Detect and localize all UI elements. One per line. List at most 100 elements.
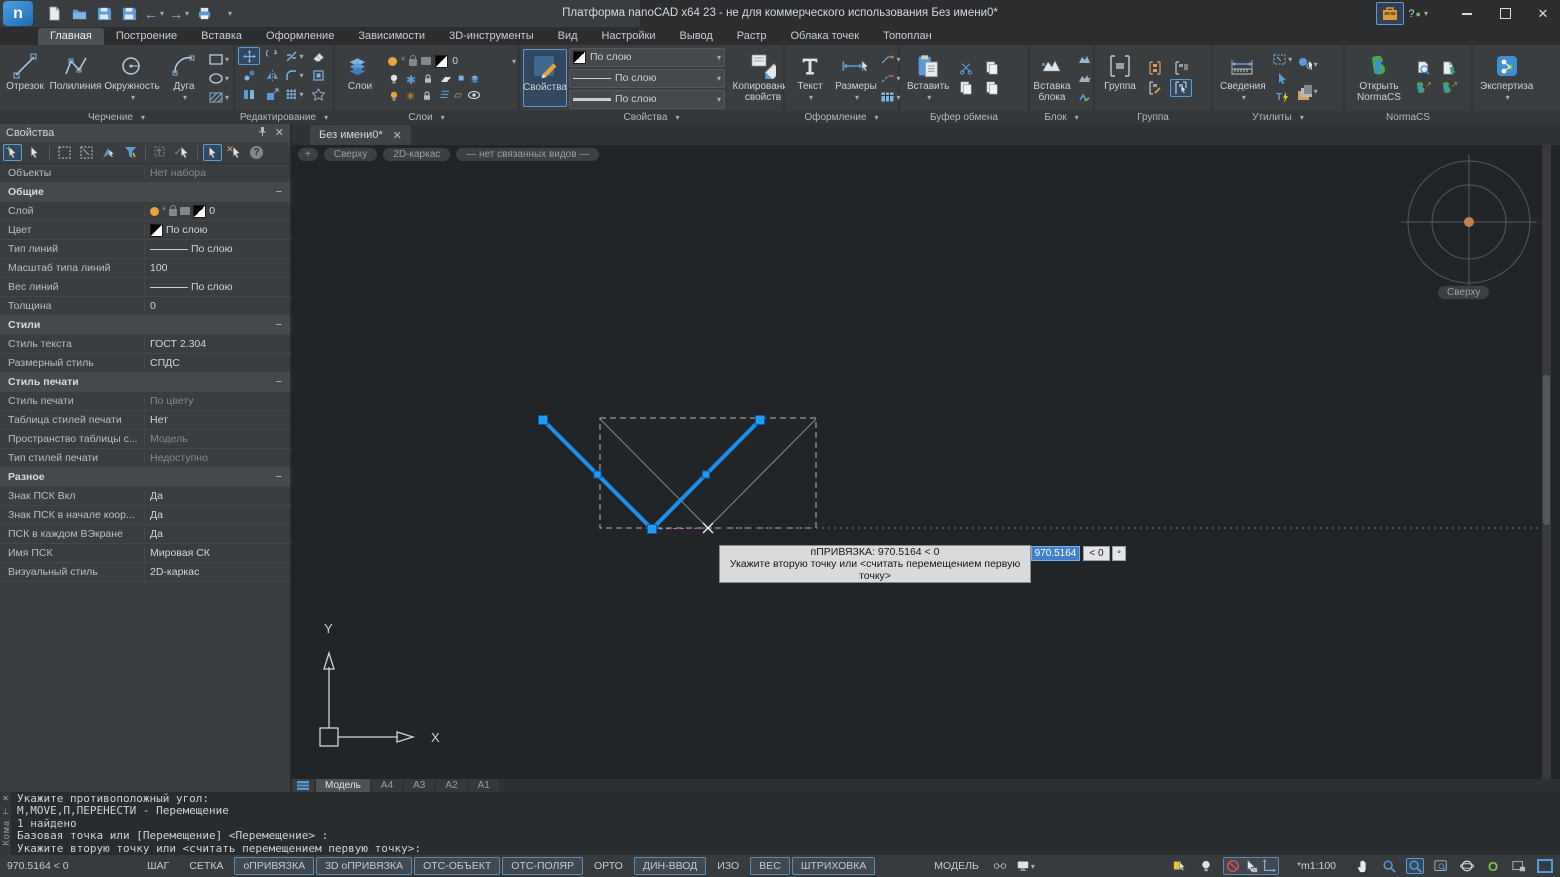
toggle-ОРТО[interactable]: ОРТО <box>585 857 632 875</box>
print-button[interactable] <box>195 5 213 23</box>
layer-thaw-all-button[interactable]: ✳ <box>406 90 415 105</box>
open-file-button[interactable] <box>70 5 88 23</box>
prop-Знак ПСК Вкл[interactable]: Знак ПСК ВклДа <box>0 487 290 506</box>
create-group-button[interactable] <box>1144 59 1166 77</box>
layout-list-icon[interactable] <box>292 779 314 792</box>
quick-select-prop-button[interactable] <box>151 144 170 161</box>
invert-selection-button[interactable] <box>99 144 118 161</box>
dynamic-ucs-icon[interactable] <box>1260 858 1278 874</box>
prop-Таблица стилей печати[interactable]: Таблица стилей печатиНет <box>0 411 290 430</box>
prop-Тип стилей печати[interactable]: Тип стилей печатиНедоступно <box>0 449 290 468</box>
edit-block-button[interactable] <box>1073 69 1095 87</box>
toggle-оПРИВЯЗКА[interactable]: оПРИВЯЗКА <box>234 857 314 875</box>
toggle-ШАГ[interactable]: ШАГ <box>138 857 178 875</box>
insert-block-button[interactable]: Вставка блока <box>1033 49 1071 107</box>
section-Общие[interactable]: Общие− <box>0 183 290 202</box>
tab-Оформление[interactable]: Оформление <box>254 28 346 45</box>
undo-button[interactable]: ←▾ <box>145 5 163 23</box>
create-block-button[interactable] <box>1073 50 1095 68</box>
tab-Главная[interactable]: Главная <box>38 28 104 45</box>
layer-unlock-button[interactable] <box>421 90 433 105</box>
section-Разное[interactable]: Разное− <box>0 468 290 487</box>
select-group-button[interactable] <box>1170 79 1192 97</box>
toggle-ИЗО[interactable]: ИЗО <box>708 857 748 875</box>
normacs-search-button[interactable] <box>1412 59 1434 77</box>
expertise-button[interactable]: Экспертиза▾ <box>1476 49 1537 107</box>
spectacles-icon[interactable] <box>991 858 1009 874</box>
table-button[interactable]: ▾ <box>880 88 902 106</box>
layer-lock-button[interactable] <box>422 73 434 88</box>
properties-cursor-icon[interactable] <box>1242 858 1260 874</box>
pin-panel-icon[interactable] <box>258 126 267 140</box>
group-button[interactable]: Группа <box>1098 49 1142 107</box>
apply-selection-button[interactable]: ✓ <box>173 144 192 161</box>
layer-merge-button[interactable]: ▱ <box>454 90 462 105</box>
space-indicator[interactable]: МОДЕЛЬ <box>934 860 979 872</box>
offset-button[interactable] <box>307 66 329 84</box>
color-dropdown[interactable]: По слою▾ <box>569 48 725 67</box>
help-circle-icon[interactable]: ? <box>247 144 266 161</box>
polyline-button[interactable]: Полилиния <box>49 49 102 107</box>
array-button[interactable]: ▾ <box>284 85 306 103</box>
selection-filter-button[interactable] <box>121 144 140 161</box>
paste-button[interactable]: Вставить▾ <box>903 49 953 107</box>
properties-panel-button[interactable]: Свойства <box>523 49 567 107</box>
viewport-control-2[interactable]: 2D-каркас <box>383 148 450 161</box>
display-mode-icon[interactable]: ▾ <box>1017 858 1035 874</box>
layer-plane-button[interactable] <box>440 73 452 88</box>
zoom-icon[interactable] <box>1380 858 1398 874</box>
dynamic-input-angle[interactable]: < 0 <box>1083 546 1110 561</box>
copy-base-point-button[interactable] <box>981 79 1003 97</box>
prop-Слой[interactable]: Слой*0 <box>0 202 290 221</box>
toolbox-icon[interactable] <box>1376 2 1404 25</box>
orbit-icon[interactable] <box>1458 858 1476 874</box>
select-window-rect-button[interactable] <box>55 144 74 161</box>
group-label-layers[interactable]: Слои▾ <box>335 111 518 124</box>
select-similar-button[interactable]: ▾ <box>1296 52 1318 78</box>
cut-button[interactable] <box>955 59 977 77</box>
prop-Объекты[interactable]: ОбъектыНет набора <box>0 164 290 183</box>
zoom-window-icon[interactable] <box>1406 858 1424 874</box>
move-button[interactable] <box>238 47 260 65</box>
stretch-button[interactable] <box>238 85 260 103</box>
tab-Построение[interactable]: Построение <box>104 28 189 45</box>
normacs-link-button[interactable]: ↗ <box>1438 79 1460 97</box>
layer-freeze-button[interactable]: ✱ <box>406 73 416 88</box>
compass-view-label[interactable]: Сверху <box>1438 286 1489 299</box>
tab-Облака точек[interactable]: Облака точек <box>779 28 872 45</box>
leader-button[interactable]: ▾ <box>880 50 902 68</box>
tab-Топоплан[interactable]: Топоплан <box>871 28 944 45</box>
toggle-ОТС-ОБЪЕКТ[interactable]: ОТС-ОБЪЕКТ <box>414 857 500 875</box>
viewport-control-0[interactable]: + <box>298 148 318 161</box>
restore-button[interactable] <box>1488 1 1522 26</box>
prop-Вес линий[interactable]: Вес линийПо слою <box>0 278 290 297</box>
layout-tab-Модель[interactable]: Модель <box>316 779 370 792</box>
text-button[interactable]: Текст▾ <box>788 49 832 107</box>
tab-Растр[interactable]: Растр <box>725 28 779 45</box>
layer-on-button[interactable] <box>388 73 400 88</box>
group-label-properties[interactable]: Свойства▾ <box>520 111 783 124</box>
fullscreen-icon[interactable] <box>1536 858 1554 874</box>
close-document-icon[interactable]: ✕ <box>393 129 402 142</box>
layers-button[interactable]: Слои <box>338 49 382 107</box>
draw-order-button[interactable]: ▾ <box>1296 79 1318 105</box>
prop-Стиль печати[interactable]: Стиль печатиПо цвету <box>0 392 290 411</box>
pan-icon[interactable] <box>1354 858 1372 874</box>
group-label-block[interactable]: Блок▾ <box>1030 111 1093 124</box>
toggle-СЕТКА[interactable]: СЕТКА <box>180 857 232 875</box>
regen-icon[interactable]: O <box>1484 858 1502 874</box>
customize-qat-button[interactable]: ▾ <box>220 5 238 23</box>
save-all-button[interactable] <box>120 5 138 23</box>
scale-button[interactable] <box>261 85 283 103</box>
toggle-ВЕС[interactable]: ВЕС <box>750 857 790 875</box>
layer-copy-button[interactable]: ☰ <box>439 90 448 105</box>
erase-button[interactable] <box>307 47 329 65</box>
normacs-doc-button[interactable] <box>1438 59 1460 77</box>
minimize-button[interactable] <box>1450 1 1484 26</box>
layer-select-dropdown[interactable]: * 0 ▾ <box>384 52 520 71</box>
close-command-icon[interactable]: ✕ <box>2 794 9 803</box>
append-selection-button[interactable]: + <box>3 144 22 161</box>
lineweight-display-icon[interactable] <box>1197 858 1215 874</box>
group-label-draw[interactable]: Черчение▾ <box>0 111 233 124</box>
inquiry-button[interactable]: Сведения▾ <box>1216 49 1270 107</box>
